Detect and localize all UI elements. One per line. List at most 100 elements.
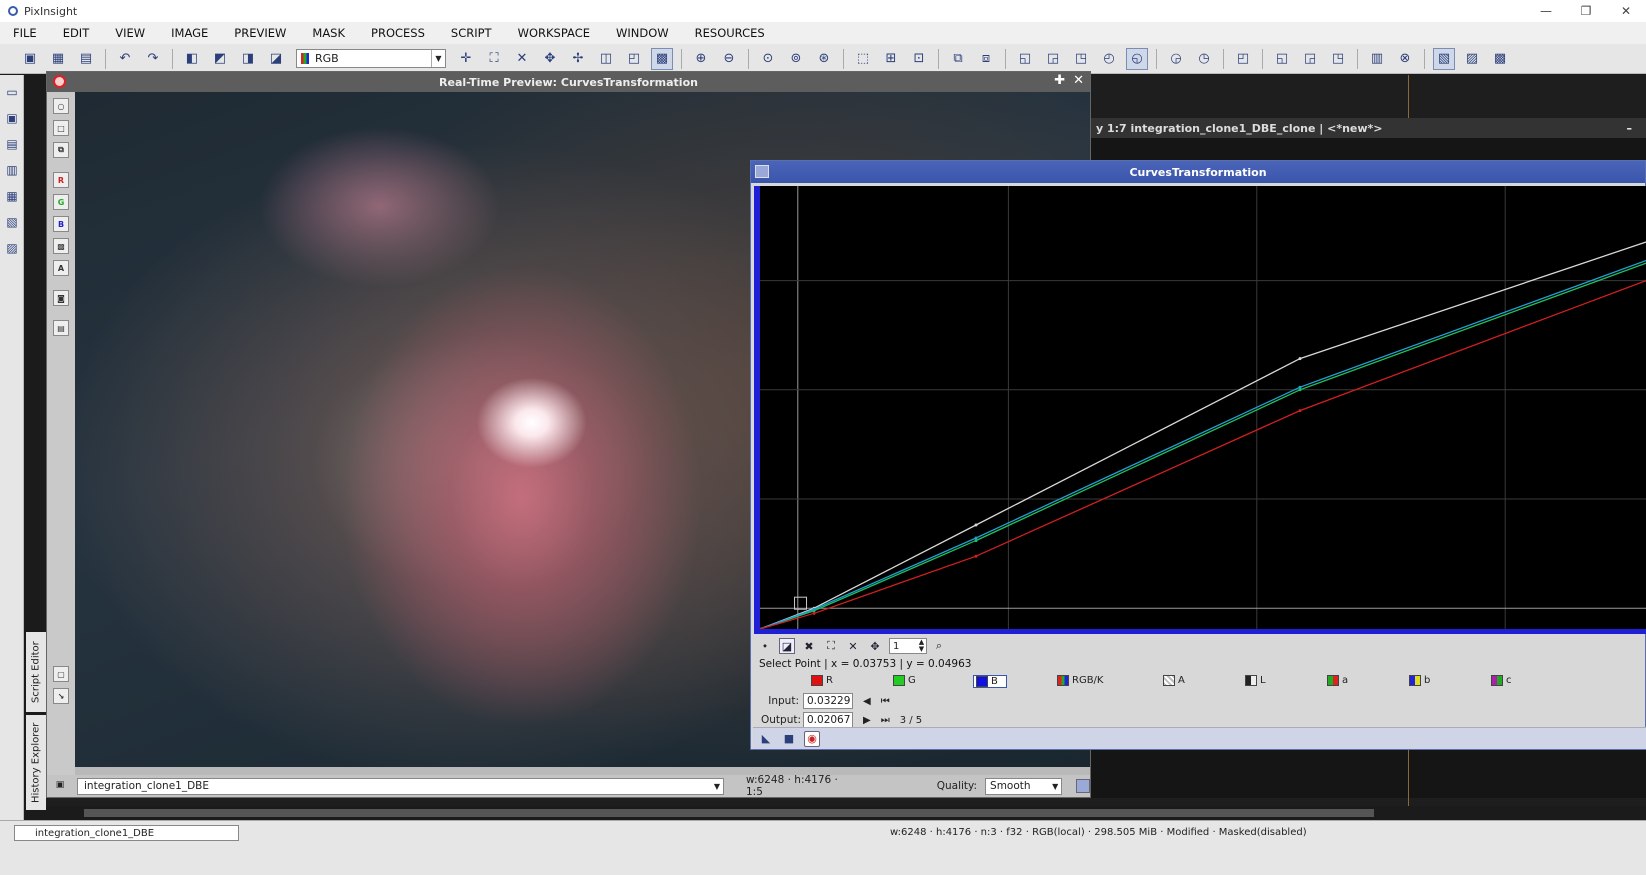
prev-point-icon[interactable]: ◀ (863, 696, 871, 707)
process-6-icon[interactable]: ◷ (1193, 48, 1215, 70)
new-preview-icon[interactable]: ⊞ (880, 48, 902, 70)
zoom-all-icon[interactable]: ✕ (845, 638, 861, 654)
curve-point[interactable] (812, 607, 816, 611)
curve-point[interactable] (1298, 388, 1302, 392)
channel-r-button[interactable]: R (53, 172, 69, 188)
first-point-icon[interactable]: ⏮ (881, 696, 890, 707)
quality-select[interactable]: Smooth ▼ (985, 777, 1063, 795)
preview-view-select[interactable]: integration_clone1_DBE ▼ (77, 777, 724, 795)
menu-window[interactable]: WINDOW (603, 26, 682, 40)
new-instance-icon[interactable]: ◣ (758, 731, 774, 747)
image-window-minimize-button[interactable]: – (1627, 122, 1633, 135)
curve-point[interactable] (974, 523, 978, 527)
channel-g-button[interactable]: G (53, 194, 69, 210)
output-field[interactable]: 0.02067 (803, 712, 853, 728)
color-channels-icon[interactable]: ▩ (651, 47, 673, 70)
workspace-3-icon[interactable]: ▩ (1489, 48, 1511, 70)
input-field[interactable]: 0.03229 (803, 693, 853, 709)
process-active-icon[interactable]: ◵ (1126, 47, 1148, 70)
magnifier-icon[interactable]: ⌕ (931, 638, 947, 654)
channel-button-a-lab[interactable]: a (1327, 675, 1348, 686)
workspace-2-icon[interactable]: ▨ (1461, 48, 1483, 70)
channel-rgb-icon[interactable]: ▩ (53, 238, 69, 254)
camera-icon[interactable]: ◙ (53, 290, 69, 306)
preview-close-button[interactable]: ✕ (1073, 73, 1084, 88)
stf-reset-icon[interactable]: ◰ (623, 48, 645, 70)
zoom-2-icon[interactable]: ⊚ (785, 48, 807, 70)
project-explorer-icon[interactable]: ▨ (3, 239, 21, 257)
monitor-icon[interactable]: ▭ (3, 83, 21, 101)
process-8-icon[interactable]: ◱ (1271, 48, 1293, 70)
pan-icon[interactable]: ✥ (867, 638, 883, 654)
zoom-in-icon[interactable]: ⊕ (690, 48, 712, 70)
pan-icon[interactable]: ✥ (539, 48, 561, 70)
next-point-icon[interactable]: ▶ (863, 715, 871, 726)
redo-icon[interactable]: ↷ (142, 48, 164, 70)
channel-b-button[interactable]: B (53, 216, 69, 232)
edit-preview-icon[interactable]: ⊡ (908, 48, 930, 70)
channel-button-g[interactable]: G (893, 675, 916, 686)
arrow-icon[interactable]: ↘ (53, 688, 69, 704)
zoom-3-icon[interactable]: ⊛ (813, 48, 835, 70)
format-explorer-icon[interactable]: ▤ (3, 135, 21, 153)
scrollbar-thumb[interactable] (84, 809, 1374, 817)
curve-point[interactable] (974, 536, 978, 540)
window-fit-icon[interactable]: ⧉ (947, 48, 969, 70)
curve-point[interactable] (974, 539, 978, 543)
channel-button-b[interactable]: B (973, 675, 1007, 688)
move-icon[interactable]: ✢ (567, 48, 589, 70)
zoom-out-icon[interactable]: ⊖ (718, 48, 740, 70)
last-point-icon[interactable]: ⏭ (881, 715, 890, 726)
view-explorer-icon[interactable]: ▣ (3, 109, 21, 127)
center-icon[interactable]: ✛ (455, 48, 477, 70)
channel-button-rgbk[interactable]: RGB/K (1057, 675, 1103, 686)
channel-select[interactable]: RGB ▼ (296, 49, 446, 68)
horizontal-scrollbar[interactable] (46, 806, 1646, 820)
curve-b[interactable] (759, 190, 1646, 630)
menu-mask[interactable]: MASK (299, 26, 358, 40)
close-all-icon[interactable]: ⊗ (1394, 48, 1416, 70)
zoom-spinner[interactable]: 1 ▲ ▼ (889, 638, 927, 654)
select-point-icon[interactable]: ◪ (779, 638, 795, 654)
square-tool-icon[interactable]: □ (53, 120, 69, 136)
menu-resources[interactable]: RESOURCES (682, 26, 778, 40)
channel-a-button[interactable]: A (53, 260, 69, 276)
curve-point[interactable] (1298, 357, 1302, 361)
curves-title-bar[interactable]: CurvesTransformation (751, 161, 1645, 183)
channel-button-b-lab[interactable]: b (1409, 675, 1430, 686)
menu-script[interactable]: SCRIPT (438, 26, 505, 40)
curve-rgbk[interactable] (759, 186, 1646, 630)
process-5-icon[interactable]: ◶ (1165, 48, 1187, 70)
channel-button-a[interactable]: A (1163, 675, 1185, 686)
process-explorer-icon[interactable]: ▥ (3, 161, 21, 179)
menu-workspace[interactable]: WORKSPACE (505, 26, 603, 40)
realtime-preview-icon[interactable]: ◉ (804, 730, 820, 747)
curve-point[interactable] (1298, 385, 1302, 389)
undo-icon[interactable]: ↶ (114, 48, 136, 70)
curve-point[interactable] (758, 627, 762, 631)
file-explorer-icon[interactable]: ▧ (3, 213, 21, 231)
apply-icon[interactable]: ■ (781, 731, 797, 747)
channel-button-r[interactable]: R (811, 675, 833, 686)
mask-enable-icon[interactable]: ◧ (181, 48, 203, 70)
zoom-fit-icon[interactable]: ⛶ (823, 638, 839, 654)
layers-tool-icon[interactable]: ⧉ (53, 142, 69, 158)
tab-history-explorer[interactable]: History Explorer (26, 715, 46, 810)
record-icon[interactable] (53, 75, 66, 88)
mask-invert-icon[interactable]: ◨ (237, 48, 259, 70)
zoom-1-icon[interactable]: ⊙ (757, 48, 779, 70)
process-2-icon[interactable]: ◲ (1042, 48, 1064, 70)
save-icon[interactable]: ▤ (75, 48, 97, 70)
menu-file[interactable]: FILE (0, 26, 50, 40)
view-icon[interactable]: ▣ (53, 778, 67, 792)
menu-view[interactable]: VIEW (102, 26, 158, 40)
maximize-button[interactable]: ❐ (1566, 0, 1606, 22)
preview-settings-icon[interactable] (1076, 779, 1090, 793)
curve-point[interactable] (974, 554, 978, 558)
curve-point[interactable] (812, 611, 816, 615)
mask-remove-icon[interactable]: ◪ (265, 48, 287, 70)
workspace-1-icon[interactable]: ▧ (1433, 47, 1455, 70)
pin-button[interactable]: ✚ (1054, 73, 1065, 88)
object-explorer-icon[interactable]: ▦ (3, 187, 21, 205)
window-shrink-icon[interactable]: ⧈ (975, 48, 997, 70)
